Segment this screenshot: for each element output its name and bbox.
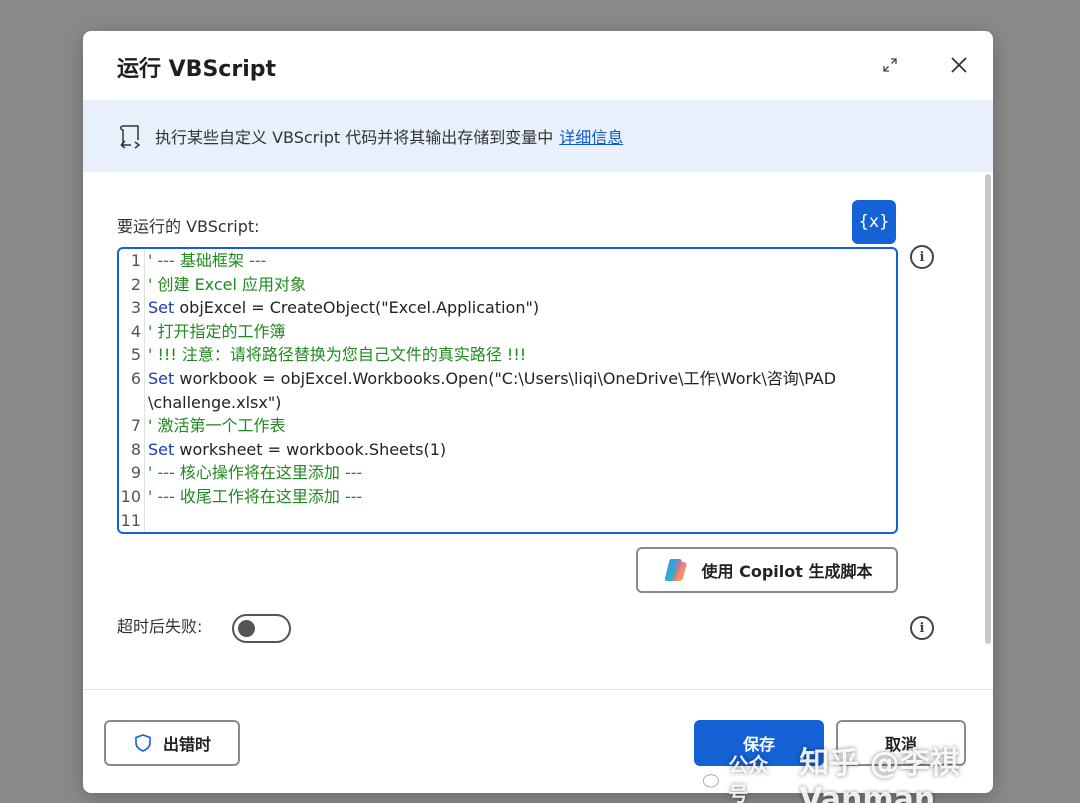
code-text: ' --- 收尾工作将在这里添加 --- xyxy=(141,485,362,509)
code-token: worksheet = workbook.Sheets(1) xyxy=(174,439,447,459)
scrollbar-thumb[interactable] xyxy=(985,174,991,644)
timeout-toggle[interactable] xyxy=(232,614,291,643)
code-line: 9 ' --- 核心操作将在这里添加 --- xyxy=(119,461,896,485)
code-line: 11 xyxy=(119,509,896,532)
code-comment: ' !!! 注意：请将路径替换为您自己文件的真实路径 !!! xyxy=(148,345,527,365)
code-text: ' !!! 注意：请将路径替换为您自己文件的真实路径 !!! xyxy=(141,343,526,367)
code-token: workbook = objExcel.Workbooks.Open("C:\U… xyxy=(174,368,837,388)
code-comment: ' --- 核心操作将在这里添加 --- xyxy=(148,463,363,483)
toggle-knob xyxy=(238,620,255,637)
editor-gutter-divider xyxy=(144,249,145,532)
line-number: 3 xyxy=(130,298,141,318)
code-line: 10 ' --- 收尾工作将在这里添加 --- xyxy=(119,485,896,509)
code-comment: ' --- 基础框架 --- xyxy=(148,251,267,270)
on-error-label: 出错时 xyxy=(162,735,211,754)
line-number: 4 xyxy=(130,321,141,341)
code-line: 6 Set workbook = objExcel.Workbooks.Open(… xyxy=(119,367,896,391)
code-comment: ' --- 收尾工作将在这里添加 --- xyxy=(148,486,363,506)
line-number xyxy=(119,391,141,415)
line-number: 11 xyxy=(120,510,141,530)
expand-button[interactable] xyxy=(878,53,902,77)
script-info-icon[interactable]: i xyxy=(910,245,934,269)
line-number: 6 xyxy=(130,368,141,388)
watermark: 公众号 知乎 @李祺Vanman xyxy=(692,738,1080,803)
code-line: 7 ' 激活第一个工作表 xyxy=(119,414,896,438)
line-number: 7 xyxy=(130,416,141,436)
insert-variable-button[interactable]: {x} xyxy=(852,200,896,244)
timeout-label: 超时后失败: xyxy=(117,617,203,636)
line-number: 1 xyxy=(130,251,141,270)
code-body: 1 ' --- 基础框架 --- 2 ' 创建 Excel 应用对象 3 Set objE… xyxy=(119,249,896,532)
script-editor[interactable]: 1 ' --- 基础框架 --- 2 ' 创建 Excel 应用对象 3 Set objE… xyxy=(117,247,898,534)
code-line: 4 ' 打开指定的工作簿 xyxy=(119,320,896,344)
code-text: ' 创建 Excel 应用对象 xyxy=(141,273,306,297)
learn-more-link[interactable]: 详细信息 xyxy=(559,124,623,148)
watermark-text: 知乎 @李祺Vanman xyxy=(799,746,960,803)
code-comment: ' 激活第一个工作表 xyxy=(148,416,286,436)
code-text: ' 激活第一个工作表 xyxy=(141,414,286,438)
line-number: 2 xyxy=(130,274,141,294)
shield-icon xyxy=(135,734,151,752)
code-comment: ' 创建 Excel 应用对象 xyxy=(148,274,307,294)
code-text: Set workbook = objExcel.Workbooks.Open("… xyxy=(141,367,836,391)
watermark-wechat-label: 公众号 xyxy=(728,752,769,803)
copilot-icon xyxy=(664,559,687,581)
line-number: 8 xyxy=(130,439,141,459)
code-line: 1 ' --- 基础框架 --- xyxy=(119,249,896,273)
code-token: objExcel = CreateObject("Excel.Applicati… xyxy=(174,298,540,318)
script-document-icon xyxy=(120,125,141,149)
code-line: 8 Set worksheet = workbook.Sheets(1) xyxy=(119,438,896,462)
code-text: Set worksheet = workbook.Sheets(1) xyxy=(141,438,446,462)
info-text: 执行某些自定义 VBScript 代码并将其输出存储到变量中 xyxy=(155,128,554,147)
footer-divider xyxy=(83,689,993,690)
code-keyword: Set xyxy=(148,439,175,459)
run-vbscript-dialog: 运行 VBScript 执行某些自定义 VBScript 代码并将其输出存储到变… xyxy=(83,31,993,793)
copilot-generate-button[interactable]: 使用 Copilot 生成脚本 xyxy=(636,547,898,593)
line-number: 9 xyxy=(130,463,141,483)
info-bar: 执行某些自定义 VBScript 代码并将其输出存储到变量中 详细信息 xyxy=(83,100,993,172)
dialog-title: 运行 VBScript xyxy=(117,57,276,82)
code-text: ' --- 核心操作将在这里添加 --- xyxy=(141,461,362,485)
line-number: 10 xyxy=(120,486,141,506)
close-icon xyxy=(951,57,967,73)
code-text: Set objExcel = CreateObject("Excel.Appli… xyxy=(141,296,539,320)
code-line: \challenge.xlsx") xyxy=(119,391,896,415)
script-label: 要运行的 VBScript: xyxy=(117,217,260,236)
code-keyword: Set xyxy=(148,298,175,318)
code-comment: ' 打开指定的工作簿 xyxy=(148,321,286,341)
line-number: 5 xyxy=(130,345,141,365)
code-line: 2 ' 创建 Excel 应用对象 xyxy=(119,273,896,297)
code-text: ' --- 基础框架 --- xyxy=(141,249,266,273)
code-line: 5 ' !!! 注意：请将路径替换为您自己文件的真实路径 !!! xyxy=(119,343,896,367)
code-line: 3 Set objExcel = CreateObject("Excel.Appl… xyxy=(119,296,896,320)
wechat-icon xyxy=(693,767,719,787)
scrollbar[interactable] xyxy=(983,172,993,692)
timeout-info-icon[interactable]: i xyxy=(910,616,934,640)
code-text: \challenge.xlsx") xyxy=(141,391,281,415)
on-error-button[interactable]: 出错时 xyxy=(104,720,240,766)
close-button[interactable] xyxy=(945,51,973,79)
expand-icon xyxy=(883,58,897,72)
code-token: \challenge.xlsx") xyxy=(148,392,282,412)
code-text: ' 打开指定的工作簿 xyxy=(141,320,286,344)
copilot-button-label: 使用 Copilot 生成脚本 xyxy=(701,562,873,581)
code-keyword: Set xyxy=(148,368,175,388)
